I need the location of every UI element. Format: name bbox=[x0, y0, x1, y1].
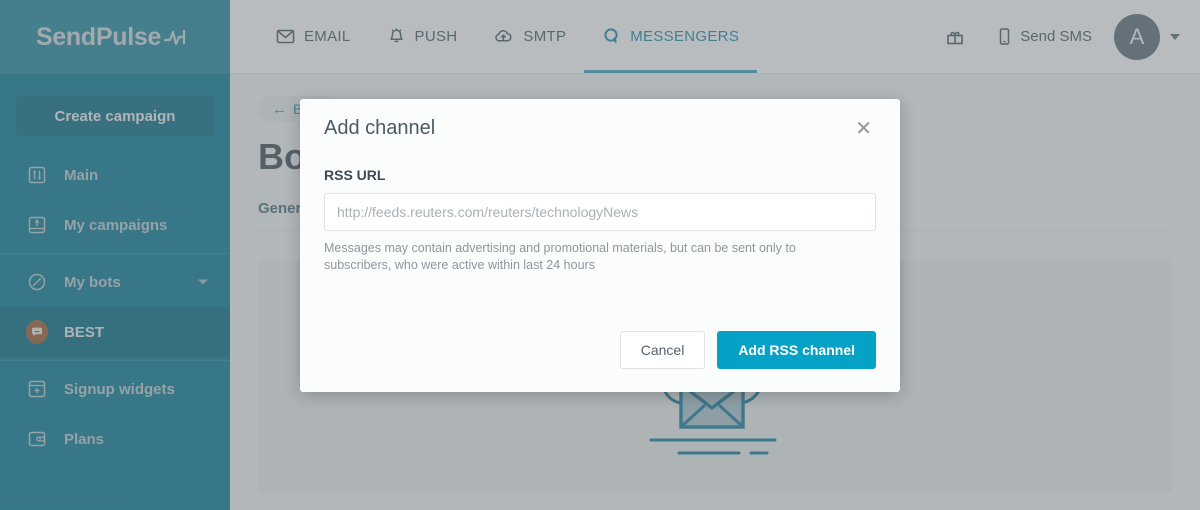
app-root: SendPulse Create campaign bbox=[0, 0, 1200, 510]
modal-header: Add channel ✕ bbox=[300, 99, 900, 141]
cancel-button[interactable]: Cancel bbox=[620, 331, 706, 369]
rss-url-label: RSS URL bbox=[324, 167, 876, 183]
close-icon[interactable]: ✕ bbox=[851, 117, 876, 141]
modal-title: Add channel bbox=[324, 117, 435, 140]
rss-url-input[interactable] bbox=[324, 193, 876, 231]
modal-body: RSS URL Messages may contain advertising… bbox=[300, 141, 900, 274]
modal-footer: Cancel Add RSS channel bbox=[620, 331, 876, 369]
rss-url-helper-text: Messages may contain advertising and pro… bbox=[324, 240, 824, 274]
add-rss-channel-button[interactable]: Add RSS channel bbox=[717, 331, 876, 369]
add-channel-modal: Add channel ✕ RSS URL Messages may conta… bbox=[300, 99, 900, 392]
